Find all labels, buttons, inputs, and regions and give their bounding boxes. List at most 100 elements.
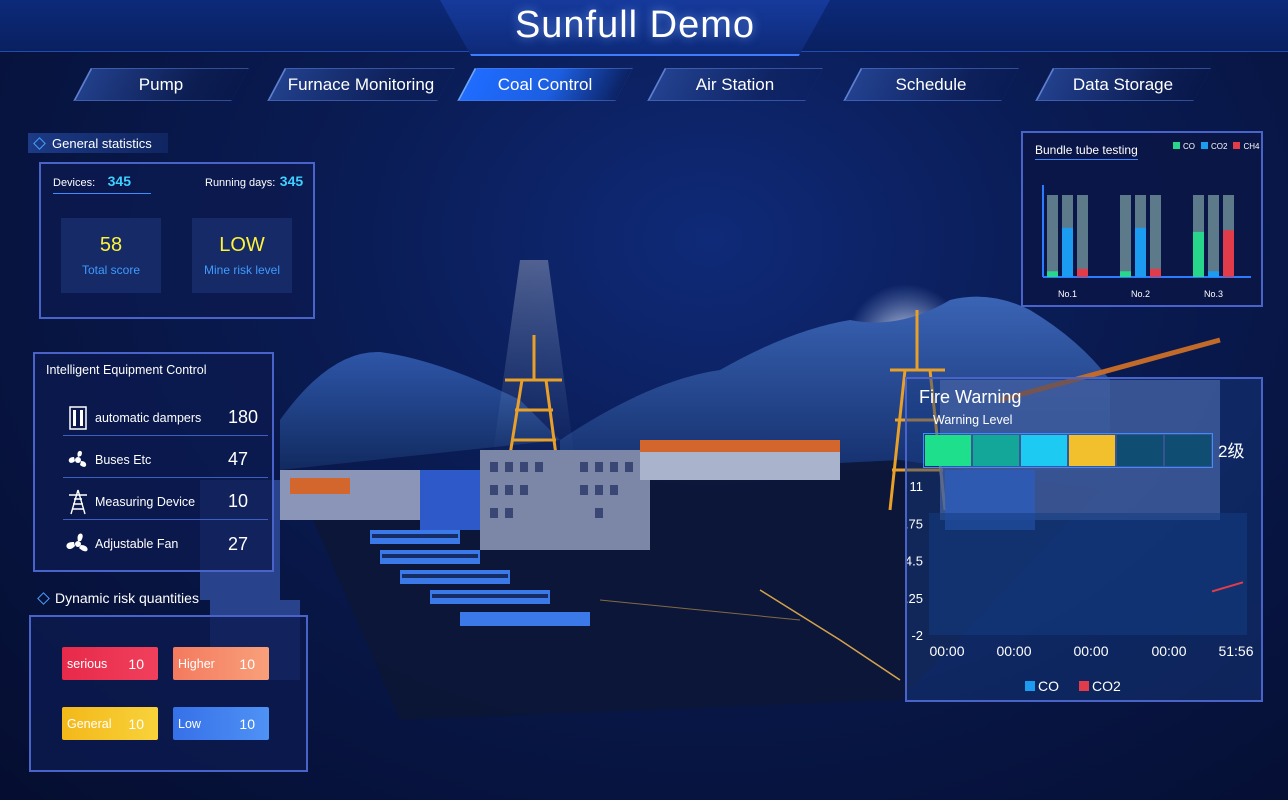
y-tick-label: 4.5 [907,554,923,569]
bar-track [1150,195,1161,277]
bar-co [1193,231,1204,277]
warning-level-cell [1117,435,1163,466]
warning-level-cell [1165,435,1211,466]
x-tick-label: 00:00 [929,643,964,659]
tab-data-storage[interactable]: Data Storage [1044,68,1202,101]
fire-chart-legend: CO CO2 [1025,678,1121,694]
general-statistics-title: General statistics [52,135,152,151]
devices-label: Devices: [53,177,96,189]
risk-level-label: Mine risk level [203,263,281,277]
equipment-value: 10 [228,491,249,511]
bundle-tube-chart: No.1 No.2 No.3 [1042,185,1251,299]
risk-label: serious [67,656,108,671]
risk-level-value: LOW [219,234,265,256]
tab-label: Pump [138,74,184,94]
total-score-label: Total score [81,263,141,277]
equipment-label: Adjustable Fan [95,537,179,551]
equipment-row-buses[interactable]: Buses Etc 47 [63,442,268,478]
risk-serious-badge[interactable]: serious 10 [62,647,158,680]
total-score-card: 58 Total score [61,218,161,293]
running-days-stat: Running days: 345 [205,173,303,191]
equipment-value: 27 [228,533,249,554]
y-tick-label: 7.75 [907,516,923,531]
x-tick-label: No.2 [1131,289,1150,299]
tab-label: Coal Control [497,74,593,94]
equipment-label: Measuring Device [95,494,196,509]
equipment-control-panel: Intelligent Equipment Control automatic … [33,352,274,572]
warning-level-cell [925,435,971,466]
equipment-row-fan[interactable]: Adjustable Fan 27 [63,526,268,562]
bar-ch4 [1077,268,1088,277]
equipment-row-dampers[interactable]: automatic dampers 180 [63,400,268,436]
bar-co [1120,271,1131,277]
dynamic-risk-title: Dynamic risk quantities [55,590,199,606]
x-tick-label: 00:00 [1073,643,1108,659]
tab-label: Air Station [695,74,775,94]
risk-value: 10 [128,715,144,732]
risk-value: 10 [239,655,255,672]
equipment-label: automatic dampers [95,410,202,425]
tower-icon [63,487,93,517]
y-tick-label: 11 [910,479,924,494]
tab-label: Furnace Monitoring [287,74,435,94]
bar-co2 [1062,227,1073,277]
propeller-icon [63,529,93,559]
fan-icon [63,445,93,475]
x-tick-label: 51:56 [1218,643,1253,659]
dynamic-risk-panel: serious 10 Higher 10 General 10 Low 10 [29,615,308,772]
bundle-tube-panel: Bundle tube testing CO CO2 CH4 No.1 No.2 N… [1021,131,1263,307]
legend-label: CO [1038,678,1059,694]
risk-label: Low [178,716,201,731]
legend-co: CO [1025,678,1059,694]
warning-level-cell [973,435,1019,466]
bar-track [1208,195,1219,277]
legend-co2: CO2 [1079,678,1121,694]
tab-air-station[interactable]: Air Station [656,68,814,101]
risk-general-badge[interactable]: General 10 [62,707,158,740]
risk-value: 10 [239,715,255,732]
bar-co [1047,271,1058,277]
equipment-label: Buses Etc [95,452,152,467]
y-tick-label: -2 [911,628,923,643]
legend-swatch [1079,681,1089,691]
bar-track [1077,195,1088,277]
risk-higher-badge[interactable]: Higher 10 [173,647,269,680]
co2-series-line [1211,581,1244,593]
equipment-row-measuring[interactable]: Measuring Device 10 [63,484,268,520]
bar-co2 [1135,227,1146,277]
tab-label: Data Storage [1072,74,1174,94]
fire-warning-panel: Fire Warning Warning Level 2级 117.754.51… [905,377,1263,702]
dynamic-risk-heading: Dynamic risk quantities [36,590,199,606]
risk-label: General [67,716,112,731]
general-statistics-heading: General statistics [28,133,168,153]
total-score-value: 58 [99,234,123,256]
tab-furnace-monitoring[interactable]: Furnace Monitoring [276,68,446,101]
equipment-value: 47 [228,449,249,469]
running-days-value: 345 [279,173,304,189]
y-tick-label: 1.25 [907,591,923,606]
bar-track [1047,195,1058,277]
x-tick-label: No.3 [1204,289,1223,299]
x-tick-label: 00:00 [996,643,1031,659]
bar-ch4 [1150,268,1161,277]
tab-schedule[interactable]: Schedule [852,68,1010,101]
tab-label: Schedule [895,74,967,94]
page-title: Sunfull Demo [514,4,756,46]
risk-level-card: LOW Mine risk level [192,218,292,293]
tab-pump[interactable]: Pump [82,68,240,101]
warning-level-cell [1021,435,1067,466]
damper-icon [63,403,93,433]
diamond-icon [37,591,50,605]
legend-swatch [1025,681,1035,691]
risk-low-badge[interactable]: Low 10 [173,707,269,740]
fire-warning-chart: 11 7.75 4.5 1.25 -2 00:00 00:00 00:00 00:00 51:56 [907,435,1254,659]
risk-value: 10 [128,655,144,672]
general-statistics-panel: Devices: 345 Running days: 345 58 Total … [39,162,315,319]
equipment-control-title: Intelligent Equipment Control [46,363,207,377]
devices-value: 345 [107,173,131,189]
tab-coal-control[interactable]: Coal Control [466,68,624,101]
x-tick-label: 00:00 [1151,643,1186,659]
equipment-value: 180 [228,407,259,427]
legend-label: CO2 [1092,678,1121,694]
risk-label: Higher [178,656,215,671]
